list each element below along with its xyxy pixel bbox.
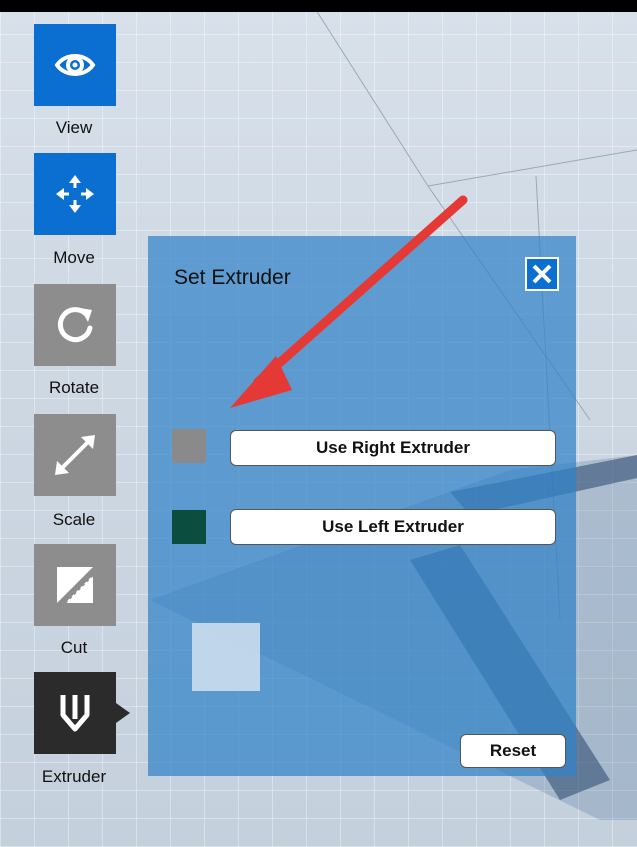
dialog-title: Set Extruder — [174, 266, 291, 289]
view-tool-button[interactable] — [34, 24, 116, 106]
extruder-tool-label: Extruder — [41, 767, 107, 786]
scale-tool-label: Scale — [52, 510, 96, 529]
eye-icon — [54, 54, 96, 76]
close-button[interactable] — [525, 257, 559, 291]
scale-tool-button[interactable] — [34, 414, 116, 496]
placeholder-square — [192, 623, 260, 691]
move-tool-button[interactable] — [34, 153, 116, 235]
use-right-extruder-button[interactable]: Use Right Extruder — [230, 430, 556, 466]
move-icon — [56, 175, 94, 213]
cut-tool-button[interactable] — [34, 544, 116, 626]
reset-button[interactable]: Reset — [460, 734, 566, 768]
right-extruder-color-swatch — [172, 429, 206, 463]
close-icon — [532, 264, 552, 284]
extruder-tool-button[interactable] — [34, 672, 116, 754]
active-tool-pointer-icon — [116, 703, 130, 723]
extruder-icon — [60, 695, 90, 732]
cut-tool-label: Cut — [60, 638, 88, 657]
left-extruder-color-swatch — [172, 510, 206, 544]
rotate-tool-button[interactable] — [34, 284, 116, 366]
view-tool-label: View — [55, 118, 93, 137]
set-extruder-dialog: Set Extruder Use Right Extruder Use Left… — [148, 236, 576, 776]
scale-icon — [55, 435, 95, 475]
rotate-tool-label: Rotate — [48, 378, 100, 397]
cut-icon — [57, 567, 97, 607]
use-left-extruder-button[interactable]: Use Left Extruder — [230, 509, 556, 545]
move-tool-label: Move — [53, 248, 95, 267]
tool-sidebar: View Move Rotate Scale Cut Extruder — [0, 0, 139, 847]
rotate-icon — [57, 307, 93, 343]
